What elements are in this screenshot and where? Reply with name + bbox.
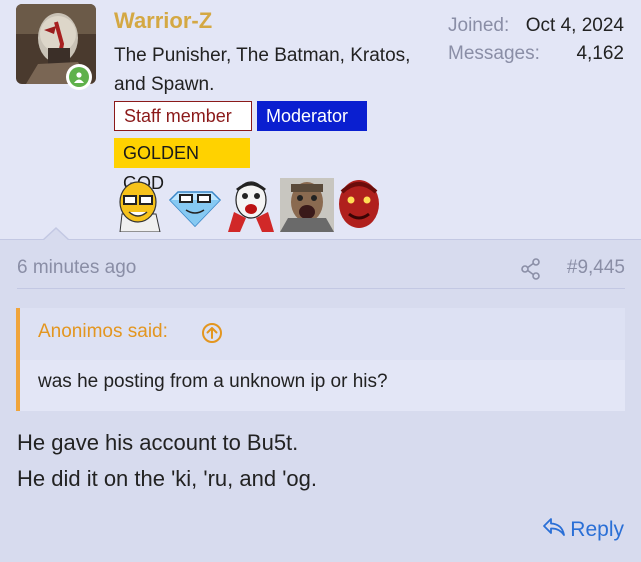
arrow-up-circle-icon[interactable] (201, 322, 223, 349)
post-message: He gave his account to Bu5t. He did it o… (17, 425, 317, 497)
reply-arrow-icon (542, 517, 566, 543)
screaming-face-emoji (224, 178, 278, 232)
reply-button[interactable]: Reply (542, 517, 624, 543)
user-header: Warrior-Z The Punisher, The Batman, Krat… (0, 0, 641, 240)
user-stats-values: Oct 4, 2024 4,162 (526, 12, 624, 68)
username-link[interactable]: Warrior-Z (114, 8, 212, 34)
soyjak-glasses-emoji (112, 178, 166, 233)
quote-text: was he posting from a unknown ip or his? (38, 371, 388, 392)
messages-value[interactable]: 4,162 (526, 40, 624, 68)
screaming-man-emoji (280, 178, 334, 232)
joined-value: Oct 4, 2024 (525, 15, 624, 36)
message-line: He did it on the 'ki, 'ru, and 'og. (17, 466, 317, 491)
golden-god-badge: GOLDEN GOD (114, 138, 250, 193)
quote-block: Anonimos said: was he posting from a unk… (16, 308, 625, 411)
post-meta: 6 minutes ago #9,445 (17, 257, 625, 285)
online-status-icon (66, 64, 92, 90)
reply-label: Reply (570, 518, 624, 541)
moderator-badge: Moderator (257, 101, 367, 131)
user-title: The Punisher, The Batman, Kratos, and Sp… (114, 45, 411, 95)
red-demon-emoji (332, 178, 386, 232)
share-icon[interactable] (521, 258, 541, 286)
post-time[interactable]: 6 minutes ago (17, 257, 136, 279)
post-meta-divider (17, 288, 625, 289)
quote-header: Anonimos said: (20, 308, 625, 360)
post-number[interactable]: #9,445 (567, 257, 625, 279)
message-line: He gave his account to Bu5t. (17, 430, 299, 455)
message-pointer-fill (43, 229, 69, 241)
diamond-emoji (168, 178, 222, 232)
staff-member-badge: Staff member (114, 101, 252, 131)
quote-attribution[interactable]: Anonimos said: (38, 321, 168, 343)
